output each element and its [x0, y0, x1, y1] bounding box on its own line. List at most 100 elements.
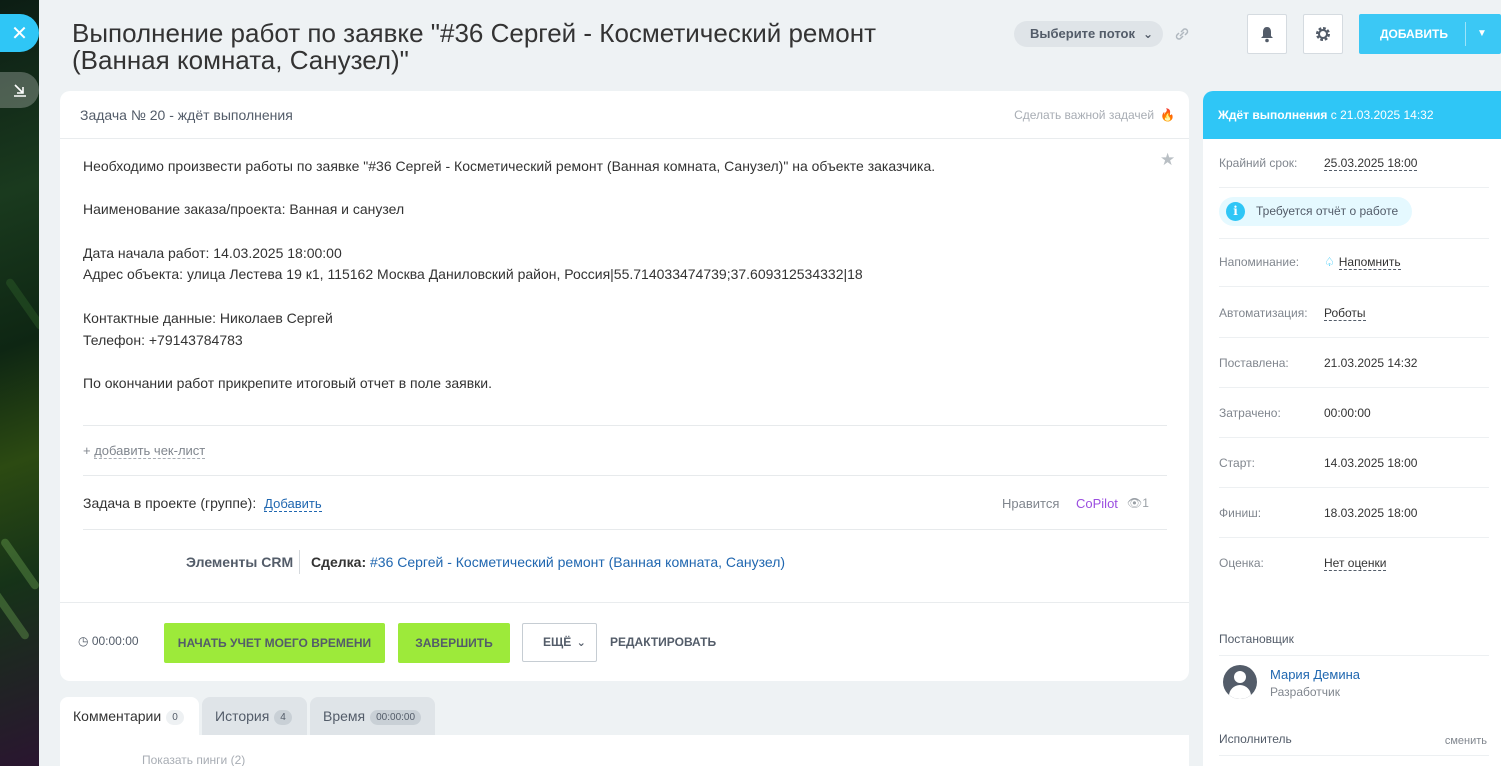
automation-value: Роботы: [1324, 306, 1366, 321]
collapse-slider-button[interactable]: [0, 72, 39, 108]
finish-value: 18.03.2025 18:00: [1324, 506, 1418, 520]
deadline-row: Крайний срок: 25.03.2025 18:00: [1219, 138, 1489, 188]
description-line: [83, 286, 1143, 308]
start-time-tracking-button[interactable]: НАЧАТЬ УЧЕТ МОЕГО ВРЕМЕНИ: [164, 623, 385, 663]
divider: [1219, 655, 1489, 656]
task-card: Задача № 20 - ждёт выполнения Сделать ва…: [60, 91, 1189, 681]
divider: [1219, 755, 1489, 756]
finish-task-button[interactable]: ЗАВЕРШИТЬ: [398, 623, 510, 663]
description-line: По окончании работ прикрепите итоговый о…: [83, 374, 493, 391]
rating-selector[interactable]: Нет оценки: [1324, 538, 1387, 588]
project-add-link[interactable]: Добавить: [264, 496, 322, 512]
deal-label: Сделка:: [311, 554, 367, 570]
tab-count: 00:00:00: [370, 709, 422, 725]
automation-row: Автоматизация: Роботы: [1219, 288, 1489, 338]
notifications-button[interactable]: [1247, 14, 1287, 54]
deadline-value[interactable]: 25.03.2025 18:00: [1324, 138, 1418, 188]
avatar-body: [1229, 685, 1251, 699]
task-status: Задача № 20 - ждёт выполнения: [80, 107, 293, 123]
tab-time[interactable]: Время 00:00:00: [310, 697, 435, 735]
automation-link[interactable]: Роботы: [1324, 288, 1366, 338]
gear-icon: [1316, 27, 1330, 41]
views-count: 1: [1142, 496, 1149, 510]
rating-row: Оценка: Нет оценки: [1219, 538, 1489, 588]
divider: [83, 529, 1167, 530]
time-spent-row: Затрачено: 00:00:00: [1219, 388, 1489, 438]
clock-icon: ◷: [78, 634, 89, 648]
show-pings-link[interactable]: Показать пинги (2): [142, 753, 245, 766]
crm-separator: [299, 550, 300, 574]
settings-button[interactable]: [1303, 14, 1343, 54]
dropdown-arrow-icon[interactable]: ▼: [1477, 14, 1487, 54]
make-important-link[interactable]: Сделать важной задачей 🔥: [1014, 108, 1175, 122]
description-line: Наименование заказа/проекта: Ванная и са…: [83, 201, 405, 218]
tab-comments[interactable]: Комментарии 0: [60, 697, 199, 735]
start-value: 14.03.2025 18:00: [1324, 456, 1418, 470]
add-button[interactable]: ДОБАВИТЬ ▼: [1359, 14, 1501, 54]
description-line: Адрес объекта: улица Лестева 19 к1, 1151…: [83, 266, 863, 283]
tab-history[interactable]: История 4: [202, 697, 307, 735]
automation-label: Автоматизация:: [1219, 306, 1308, 320]
close-slider-button[interactable]: ✕: [0, 14, 39, 52]
chevron-down-icon: ⌄: [1142, 27, 1154, 41]
deadline-label: Крайний срок:: [1219, 156, 1298, 170]
description-line: [83, 221, 1143, 243]
divider: [83, 475, 1167, 476]
page-title: Выполнение работ по заявке "#36 Сергей -…: [72, 18, 876, 75]
minimize-arrow-icon: [13, 84, 26, 97]
finish-row: Финиш: 18.03.2025 18:00: [1219, 488, 1489, 538]
description-line: [83, 178, 1143, 200]
start-row: Старт: 14.03.2025 18:00: [1219, 438, 1489, 488]
description-line: Дата начала работ: 14.03.2025 18:00:00: [83, 244, 342, 261]
task-card-header: Задача № 20 - ждёт выполнения Сделать ва…: [60, 91, 1189, 139]
views-counter: 👁1: [1127, 496, 1149, 510]
add-checklist-prefix: +: [83, 443, 95, 458]
start-label: Старт:: [1219, 456, 1255, 470]
rating-label: Оценка:: [1219, 556, 1264, 570]
reminder-label: Напоминание:: [1219, 255, 1300, 269]
tab-label: Комментарии: [73, 708, 162, 724]
created-label: Поставлена:: [1219, 356, 1289, 370]
creator-name-link[interactable]: Мария Демина: [1270, 667, 1360, 682]
close-icon: ✕: [11, 22, 28, 45]
timer: ◷ 00:00:00: [78, 634, 139, 648]
bell-icon: ♤: [1324, 255, 1335, 269]
task-sidebar: Ждёт выполнения с 21.03.2025 14:32 Крайн…: [1203, 91, 1501, 766]
timer-value: 00:00:00: [91, 634, 139, 648]
edit-button[interactable]: РЕДАКТИРОВАТЬ: [610, 635, 716, 649]
add-checklist-link[interactable]: + добавить чек-лист: [83, 443, 206, 459]
status-label: Ждёт выполнения: [1218, 108, 1328, 122]
task-actions-bar: ◷ 00:00:00 НАЧАТЬ УЧЕТ МОЕГО ВРЕМЕНИ ЗАВ…: [60, 602, 1189, 681]
avatar[interactable]: [1223, 665, 1257, 699]
info-icon: i: [1226, 202, 1245, 221]
avatar-head: [1234, 671, 1246, 683]
link-icon[interactable]: [1173, 26, 1191, 42]
background-decoration: [4, 277, 39, 331]
reminder-button[interactable]: ♤ Напомнить: [1324, 237, 1401, 287]
background-decoration: [0, 537, 39, 591]
project-row: Задача в проекте (группе): Добавить: [83, 495, 322, 512]
tab-label: История: [215, 708, 270, 724]
comments-panel: Показать пинги (2): [60, 735, 1189, 766]
deal-link[interactable]: #36 Сергей - Косметический ремонт (Ванна…: [370, 554, 785, 570]
reminder-value: Напомнить: [1338, 255, 1401, 270]
background-decoration: [0, 587, 31, 641]
description-line: Необходимо произвести работы по заявке "…: [83, 158, 936, 174]
flow-select[interactable]: Выберите поток ⌄: [1014, 21, 1164, 47]
more-button-label: ЕЩЁ: [543, 635, 572, 649]
change-assignee-link[interactable]: сменить: [1445, 735, 1487, 747]
copilot-button[interactable]: CoPilot: [1076, 496, 1118, 511]
make-important-label: Сделать важной задачей: [1014, 108, 1155, 122]
creator-role: Разработчик: [1270, 685, 1340, 699]
add-button-label: ДОБАВИТЬ: [1380, 27, 1448, 41]
description-line: Контактные данные: Николаев Сергей: [83, 309, 333, 326]
description-line: Телефон: +79143784783: [83, 331, 243, 348]
flame-icon: 🔥: [1160, 108, 1175, 122]
created-value: 21.03.2025 14:32: [1324, 356, 1418, 370]
tab-count: 0: [166, 709, 184, 725]
flow-select-label: Выберите поток: [1030, 26, 1136, 41]
like-button[interactable]: Нравится: [1002, 496, 1059, 511]
more-button[interactable]: ЕЩЁ ⌄: [522, 623, 597, 662]
favorite-star-icon[interactable]: ★: [1160, 150, 1175, 170]
divider: [83, 425, 1167, 426]
